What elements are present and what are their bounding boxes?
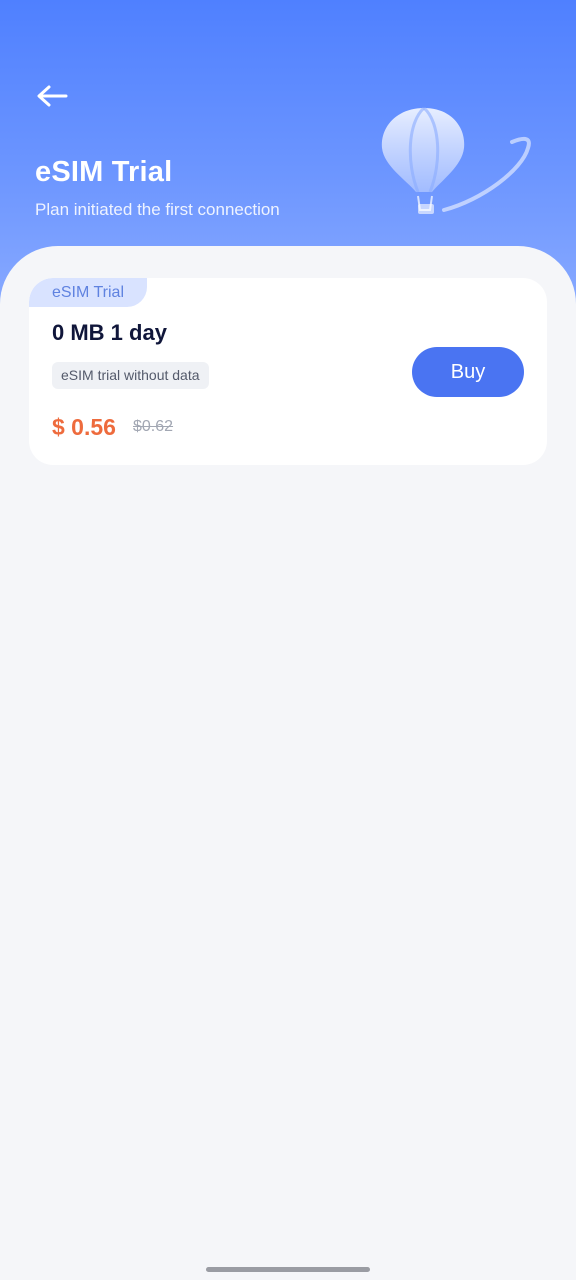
plan-card[interactable]: eSIM Trial 0 MB 1 day eSIM trial without… [29,278,547,465]
hot-air-balloon-icon [372,100,536,224]
page-subtitle: Plan initiated the first connection [35,200,280,219]
plan-original-price: $0.62 [133,418,174,435]
back-button[interactable] [30,78,74,118]
page-title: eSIM Trial [35,156,173,188]
arrow-left-icon [36,84,68,113]
plan-price: $ 0.56 [52,414,116,440]
plan-description-chip: eSIM trial without data [52,362,209,389]
home-indicator[interactable] [206,1267,370,1272]
buy-button[interactable]: Buy [412,347,524,397]
screen: eSIM Trial Plan initiated the first conn… [0,0,576,1280]
plan-name: 0 MB 1 day [52,320,167,345]
plan-tag: eSIM Trial [29,278,147,307]
